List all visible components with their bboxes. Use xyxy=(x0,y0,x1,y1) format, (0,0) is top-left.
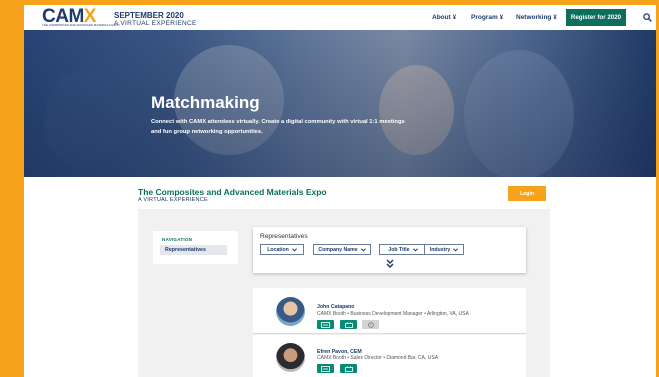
booth-icon[interactable] xyxy=(340,320,357,329)
filter-box: Representatives Location Company Name Jo… xyxy=(253,227,526,273)
schedule-icon[interactable] xyxy=(362,320,379,329)
chevron-double-down-icon: ¥ xyxy=(553,15,557,21)
booth-icon[interactable] xyxy=(340,364,357,373)
expo-title: The Composites and Advanced Materials Ex… xyxy=(138,187,327,197)
nav-program-label: Program xyxy=(471,14,498,21)
filter-job-title-button[interactable]: Job Title xyxy=(379,244,427,255)
video-chat-icon[interactable] xyxy=(317,364,334,373)
nav-about[interactable]: About ¥ xyxy=(432,14,456,21)
matchmaking-panel: NAVIGATION Representatives Representativ… xyxy=(138,209,550,377)
hero-title: Matchmaking xyxy=(151,93,260,112)
filter-company-label: Company Name xyxy=(318,246,358,253)
chevron-down-icon xyxy=(360,247,366,252)
navigation-item-representatives[interactable]: Representatives xyxy=(160,245,227,255)
event-title: SEPTEMBER 2020 xyxy=(114,11,184,20)
logo-tagline: THE COMPOSITES AND ADVANCED MATERIALS EX… xyxy=(42,23,120,27)
nav-networking-label: Networking xyxy=(516,14,552,21)
filter-location-label: Location xyxy=(267,246,289,253)
representative-card[interactable]: Efren Pavon, CEM CAMX Booth • Sales Dire… xyxy=(253,335,526,377)
search-icon[interactable] xyxy=(643,13,652,22)
expo-subtitle: A VIRTUAL EXPERIENCE xyxy=(138,197,208,203)
page: CAMX THE COMPOSITES AND ADVANCED MATERIA… xyxy=(24,5,656,377)
event-subtitle: A VIRTUAL EXPERIENCE xyxy=(114,20,197,27)
chevron-down-icon xyxy=(412,247,418,252)
orange-frame-left xyxy=(0,0,24,377)
representative-card[interactable]: John Catapano CAMX Booth • Business Deve… xyxy=(253,288,526,334)
avatar xyxy=(276,297,305,326)
chevron-down-icon xyxy=(453,247,459,252)
filter-title: Representatives xyxy=(260,233,308,240)
chevron-double-down-icon: ¥ xyxy=(452,15,457,21)
filter-job-title-label: Job Title xyxy=(388,246,410,253)
navigation-heading: NAVIGATION xyxy=(162,237,193,242)
register-button[interactable]: Register for 2020 xyxy=(566,9,626,26)
chevron-double-down-icon: ¥ xyxy=(499,15,504,21)
hero-overlay xyxy=(24,30,656,177)
video-chat-icon[interactable] xyxy=(317,320,334,329)
chevron-down-icon xyxy=(291,247,297,252)
filter-location-button[interactable]: Location xyxy=(260,244,304,255)
nav-networking[interactable]: Networking ¥ xyxy=(516,14,557,21)
camx-logo[interactable]: CAMX THE COMPOSITES AND ADVANCED MATERIA… xyxy=(42,7,120,27)
login-button[interactable]: Login xyxy=(508,186,546,201)
navigation-box: NAVIGATION Representatives xyxy=(153,231,238,264)
filter-industry-button[interactable]: Industry xyxy=(424,244,464,255)
representative-info: CAMX Booth • Sales Director • Diamond Ba… xyxy=(317,355,439,361)
filter-company-button[interactable]: Company Name xyxy=(313,244,371,255)
representative-info: CAMX Booth • Business Development Manage… xyxy=(317,311,469,317)
expand-filters-icon[interactable] xyxy=(386,259,394,268)
nav-program[interactable]: Program ¥ xyxy=(471,14,503,21)
hero-description: Connect with CAMX attendees virtually. C… xyxy=(151,119,405,135)
avatar xyxy=(276,343,305,372)
filter-industry-label: Industry xyxy=(429,246,451,253)
representative-name[interactable]: John Catapano xyxy=(317,304,354,310)
main-content: The Composites and Advanced Materials Ex… xyxy=(24,177,656,377)
site-header: CAMX THE COMPOSITES AND ADVANCED MATERIA… xyxy=(24,5,656,30)
nav-about-label: About xyxy=(432,14,451,21)
hero-banner: Matchmaking Connect with CAMX attendees … xyxy=(24,30,656,177)
